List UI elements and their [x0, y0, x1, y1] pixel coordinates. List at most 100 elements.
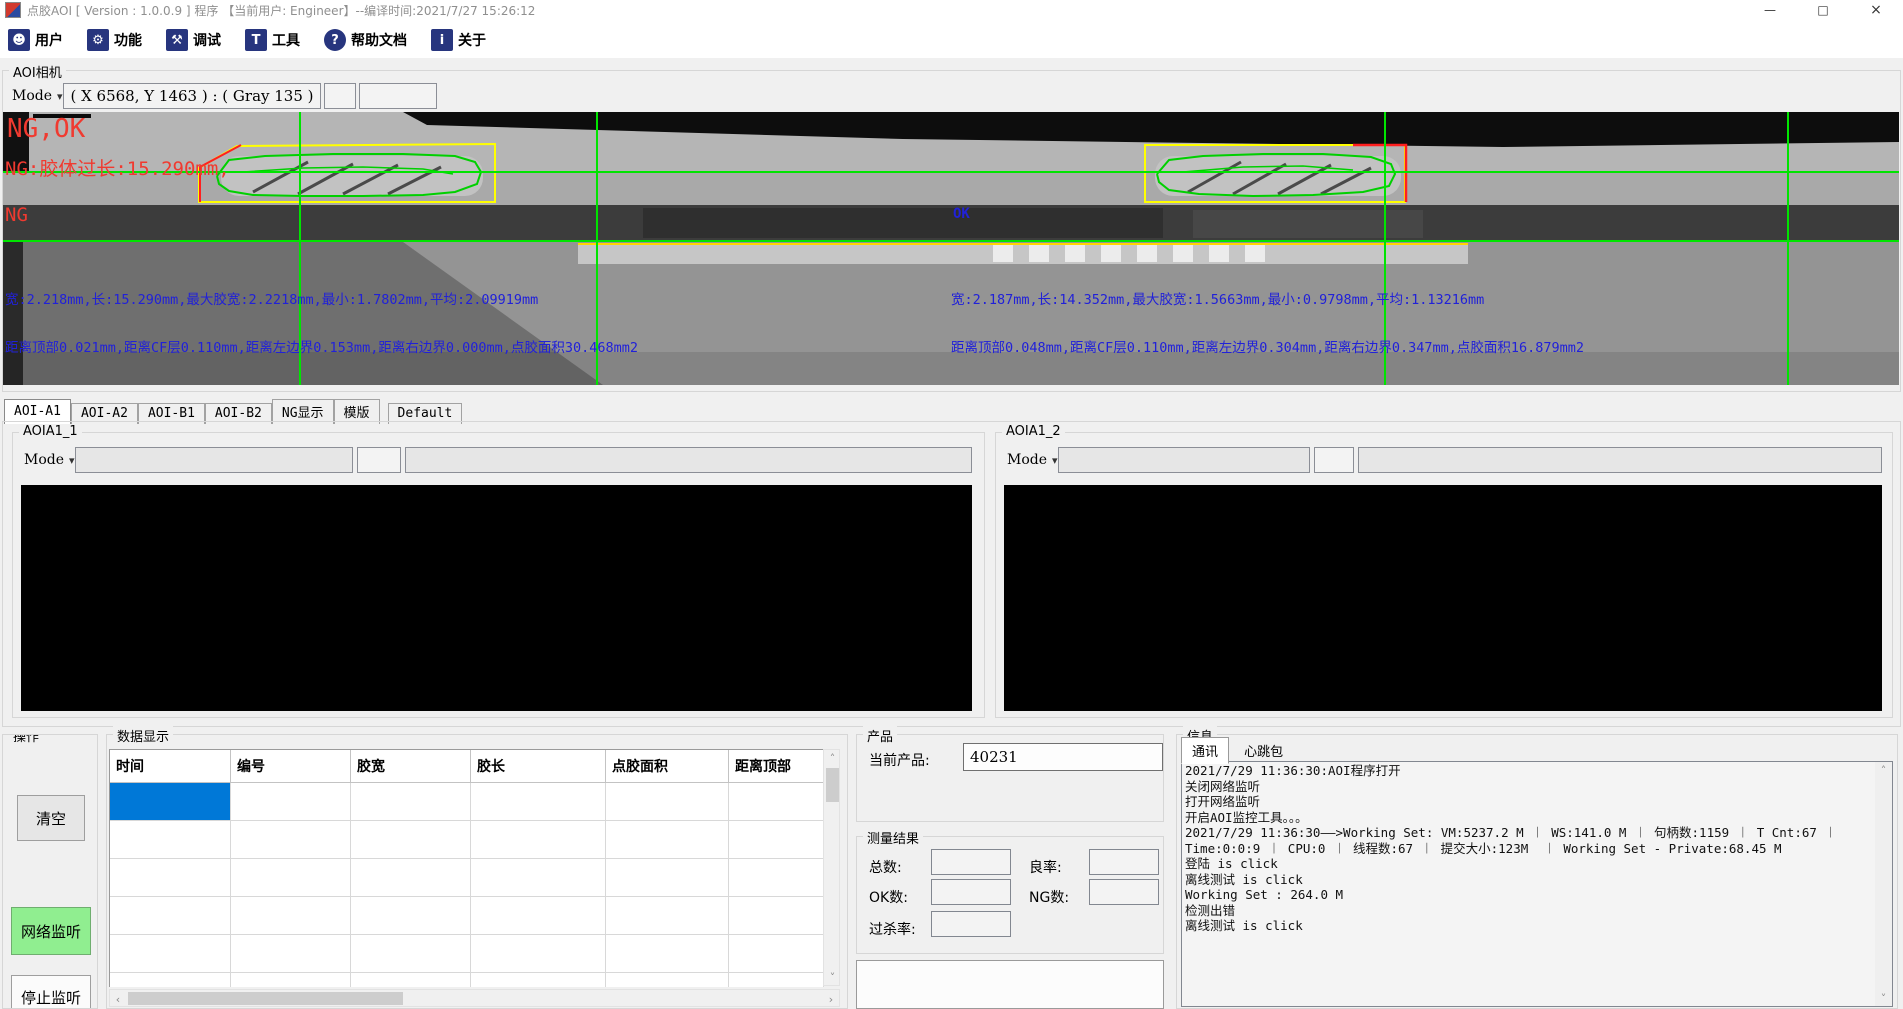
col-header-time[interactable]: 时间 [110, 750, 231, 783]
current-product-input[interactable]: 40231 [963, 743, 1163, 771]
camera-aux-field-1[interactable] [324, 83, 356, 109]
table-cell[interactable] [231, 973, 351, 987]
aoia1-1-groupbox: AOIA1_1 Mode ▾ [12, 432, 985, 718]
close-button[interactable]: × [1851, 0, 1901, 20]
tab-comm[interactable]: 通讯 [1181, 737, 1229, 764]
table-cell[interactable] [729, 973, 824, 987]
camera-mode-dropdown[interactable]: Mode ▾ [7, 83, 68, 109]
network-listen-button[interactable]: 网络监听 [11, 907, 91, 955]
table-cell[interactable] [471, 783, 606, 821]
table-cell[interactable] [606, 935, 729, 973]
aoia1-1-image-view[interactable] [21, 485, 972, 711]
stop-listen-button[interactable]: 停止监听 [11, 975, 91, 1009]
aoia1-1-field-3[interactable] [405, 447, 972, 473]
table-cell[interactable] [606, 973, 729, 987]
mode-label: Mode [1007, 452, 1047, 468]
table-cell[interactable] [351, 783, 471, 821]
col-header-glue-length[interactable]: 胶长 [471, 750, 606, 783]
table-cell[interactable] [231, 935, 351, 973]
table-cell[interactable] [231, 783, 351, 821]
col-header-glue-area[interactable]: 点胶面积 [606, 750, 729, 783]
table-cell[interactable] [110, 897, 231, 935]
table-cell[interactable] [231, 821, 351, 859]
toolbar-button-function[interactable]: ⚙功能 [83, 27, 146, 53]
overkill-value-field [931, 911, 1011, 937]
table-cell[interactable] [351, 821, 471, 859]
table-cell[interactable] [606, 859, 729, 897]
ok-flag-text: OK [953, 206, 970, 222]
table-cell[interactable] [351, 935, 471, 973]
table-cell[interactable] [471, 821, 606, 859]
table-cell[interactable] [110, 859, 231, 897]
aoia1-2-field-1[interactable] [1058, 447, 1310, 473]
selected-cell[interactable] [110, 783, 231, 821]
info-icon: i [431, 29, 453, 51]
table-cell[interactable] [729, 859, 824, 897]
toolbar-button-debug[interactable]: ⚒调试 [162, 27, 225, 53]
scroll-left-icon[interactable]: ‹ [110, 990, 126, 1008]
aoia1-2-mode-dropdown[interactable]: Mode ▾ [1002, 447, 1063, 473]
clear-button[interactable]: 清空 [17, 795, 85, 841]
log-scrollbar[interactable]: ˄ ˅ [1875, 762, 1892, 1006]
table-cell[interactable] [471, 859, 606, 897]
table-cell[interactable] [606, 897, 729, 935]
scroll-up-icon[interactable]: ˄ [1875, 762, 1892, 778]
wrench-icon: ⚒ [166, 29, 188, 51]
scroll-up-icon[interactable]: ˄ [824, 750, 841, 766]
scroll-down-icon[interactable]: ˅ [824, 969, 841, 985]
operation-group-label: 操作 [9, 734, 43, 745]
right-measure-line1: 宽:2.187mm,长:14.352mm,最大胶宽:1.5663mm,最小:0.… [951, 288, 1484, 308]
table-cell[interactable] [729, 935, 824, 973]
toolbar-button-about[interactable]: i关于 [427, 27, 490, 53]
table-cell[interactable] [110, 973, 231, 987]
table-cell[interactable] [351, 897, 471, 935]
toolbar-button-tools[interactable]: T工具 [241, 27, 304, 53]
chevron-down-icon: ▾ [57, 90, 63, 103]
table-cell[interactable] [729, 783, 824, 821]
chevron-down-icon: ▾ [69, 454, 75, 467]
table-cell[interactable] [110, 935, 231, 973]
table-vertical-scrollbar[interactable]: ˄ ˅ [823, 749, 840, 986]
camera-image-view[interactable]: NG,OK NG:胶体过长:15.290mm, NG OK 宽:2.218mm,… [3, 112, 1899, 385]
aoia1-2-field-3[interactable] [1358, 447, 1882, 473]
table-cell[interactable] [471, 973, 606, 987]
table-cell[interactable] [471, 897, 606, 935]
minimize-button[interactable]: — [1745, 0, 1795, 20]
data-table: 时间 编号 胶宽 胶长 点胶面积 距离顶部 [109, 749, 824, 987]
ng-count-label: NG数: [1029, 887, 1069, 907]
table-cell[interactable] [231, 897, 351, 935]
camera-aux-field-2[interactable] [359, 83, 437, 109]
table-cell[interactable] [606, 821, 729, 859]
aoia1-1-field-2[interactable] [357, 447, 401, 473]
col-header-dist-top[interactable]: 距离顶部 [729, 750, 824, 783]
aoia1-2-field-2[interactable] [1314, 447, 1354, 473]
table-cell[interactable] [110, 821, 231, 859]
maximize-button[interactable]: □ [1798, 0, 1848, 20]
table-cell[interactable] [729, 821, 824, 859]
table-cell[interactable] [471, 935, 606, 973]
scrollbar-thumb[interactable] [826, 768, 839, 802]
log-box[interactable]: 2021/7/29 11:36:30:AOI程序打开 关闭网络监听 打开网络监听… [1181, 761, 1893, 1007]
toolbar-button-user[interactable]: ☻用户 [4, 27, 67, 53]
table-cell[interactable] [351, 859, 471, 897]
aoia1-2-image-view[interactable] [1004, 485, 1882, 711]
scrollbar-thumb[interactable] [128, 992, 403, 1005]
scroll-right-icon[interactable]: › [823, 990, 839, 1008]
aoia1-1-field-1[interactable] [75, 447, 353, 473]
tab-heartbeat[interactable]: 心跳包 [1234, 738, 1293, 763]
current-product-label: 当前产品: [869, 750, 930, 770]
toolbar-button-help[interactable]: ?帮助文档 [320, 27, 411, 53]
main-toolbar: ☻用户 ⚙功能 ⚒调试 T工具 ?帮助文档 i关于 [4, 24, 490, 56]
results-groupbox: 测量结果 总数: 良率: OK数: NG数: 过杀率: [856, 836, 1164, 954]
table-cell[interactable] [606, 783, 729, 821]
col-header-id[interactable]: 编号 [231, 750, 351, 783]
table-cell[interactable] [351, 973, 471, 987]
table-cell[interactable] [729, 897, 824, 935]
aoia1-1-mode-dropdown[interactable]: Mode ▾ [19, 447, 80, 473]
scroll-down-icon[interactable]: ˅ [1875, 990, 1892, 1006]
table-horizontal-scrollbar[interactable]: ‹ › [109, 989, 840, 1007]
toolbar-label: 用户 [35, 30, 63, 50]
col-header-glue-width[interactable]: 胶宽 [351, 750, 471, 783]
table-cell[interactable] [231, 859, 351, 897]
ok-count-label: OK数: [869, 887, 908, 907]
